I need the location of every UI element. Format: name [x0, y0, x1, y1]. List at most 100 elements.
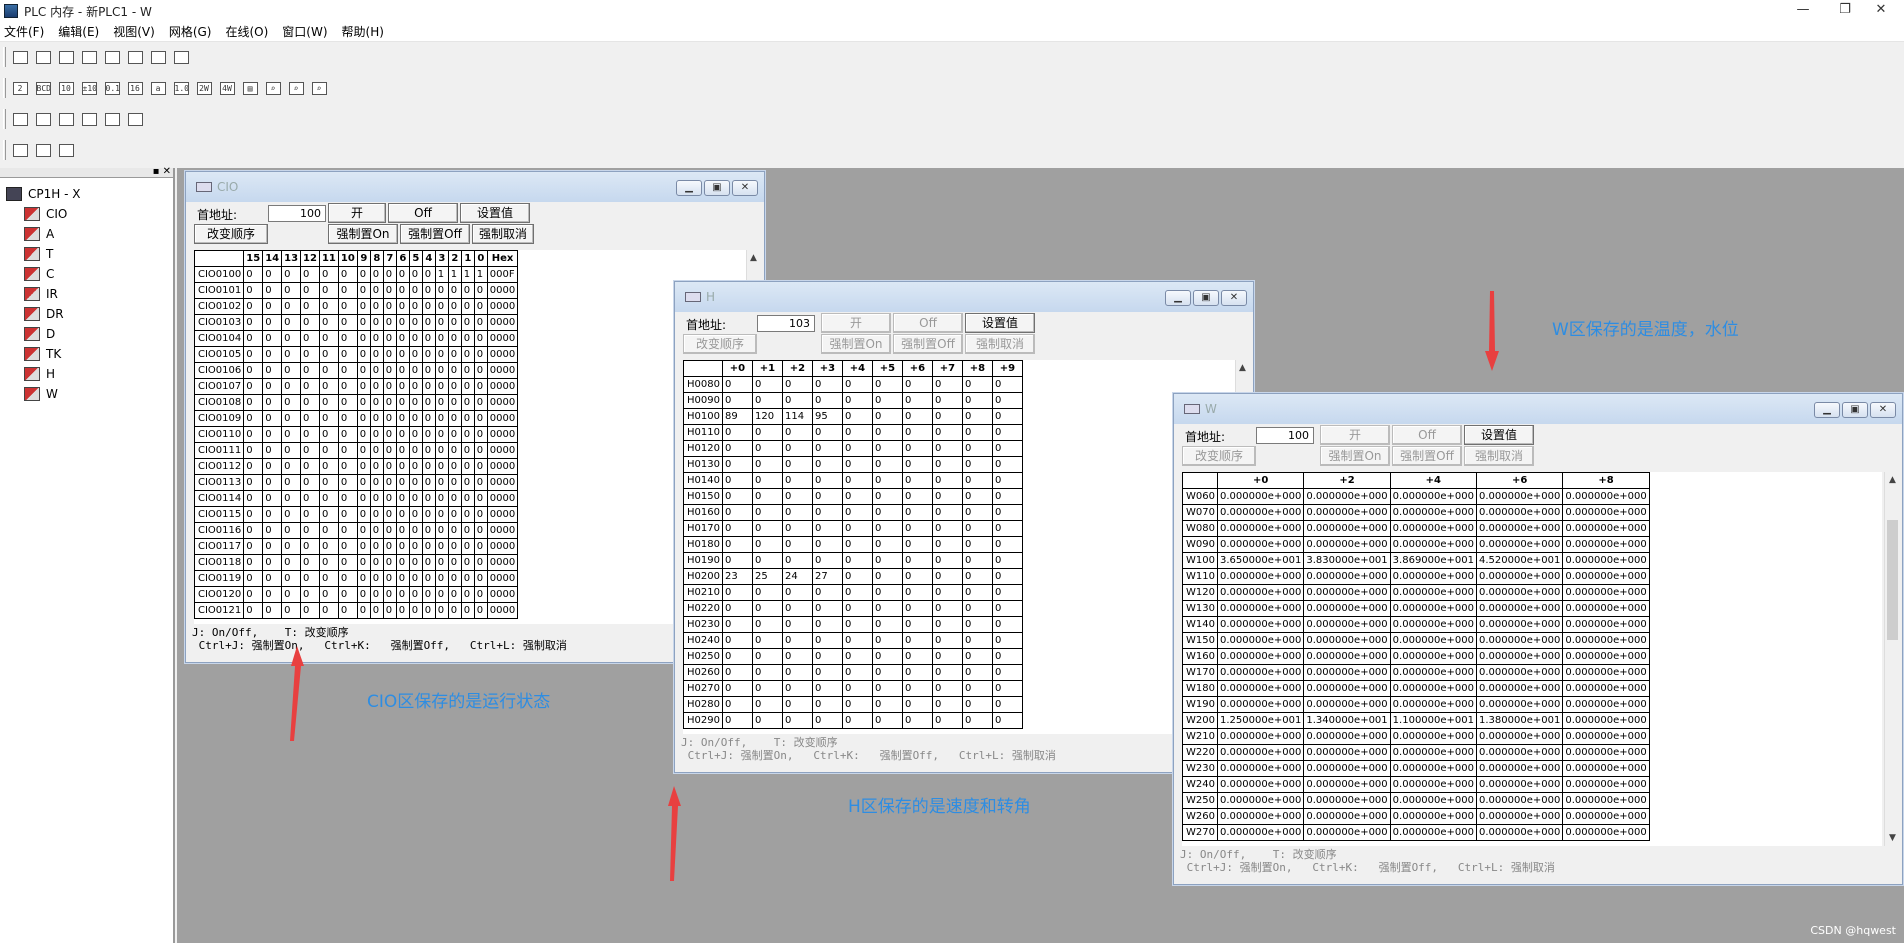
memory-cell[interactable]: 0.000000e+000 — [1216, 696, 1305, 713]
memory-cell[interactable]: 0 — [356, 554, 371, 571]
memory-cell[interactable]: 0 — [811, 376, 843, 393]
memory-cell[interactable]: 0 — [460, 538, 475, 555]
memory-cell[interactable]: 0 — [931, 664, 963, 681]
memory-cell[interactable]: 0 — [473, 586, 488, 603]
memory-cell[interactable]: 0 — [751, 424, 783, 441]
memory-cell[interactable]: 3.830000e+001 — [1303, 552, 1391, 569]
memory-cell[interactable]: 0.000000e+000 — [1562, 776, 1650, 793]
signed-decimal-icon[interactable]: ±10 — [78, 77, 100, 99]
h-force-on-button[interactable]: 强制置On — [821, 334, 891, 354]
tree-item-ir[interactable]: IR — [0, 284, 173, 304]
memory-cell[interactable]: 0 — [300, 378, 320, 395]
memory-cell[interactable]: 0.000000e+000 — [1562, 760, 1650, 777]
memory-cell[interactable]: 0 — [337, 394, 358, 411]
memory-cell[interactable]: 0 — [841, 664, 873, 681]
memory-cell[interactable]: 0.000000e+000 — [1303, 488, 1391, 505]
memory-cell[interactable]: 0 — [991, 568, 1023, 585]
memory-cell[interactable]: 0 — [841, 392, 873, 409]
memory-cell[interactable]: 0 — [369, 426, 384, 443]
bcd-icon[interactable]: BCD — [32, 77, 54, 99]
memory-cell[interactable]: 0.000000e+000 — [1216, 616, 1305, 633]
memory-cell[interactable]: 0 — [318, 298, 339, 315]
memory-cell[interactable]: 0 — [991, 632, 1023, 649]
memory-cell[interactable]: 0 — [300, 554, 320, 571]
memory-cell[interactable]: 0 — [318, 410, 339, 427]
memory-cell[interactable]: 0.000000e+000 — [1476, 760, 1564, 777]
memory-cell[interactable]: 0 — [243, 458, 264, 475]
memory-cell[interactable]: 0 — [721, 472, 753, 489]
memory-cell[interactable]: 0.000000e+000 — [1216, 568, 1305, 585]
transfer-icon[interactable] — [32, 108, 54, 130]
memory-cell[interactable]: 0.000000e+000 — [1389, 760, 1478, 777]
memory-cell[interactable]: 0 — [871, 504, 903, 521]
memory-cell[interactable]: 0 — [473, 554, 488, 571]
memory-cell[interactable]: 0 — [841, 408, 873, 425]
memory-cell[interactable]: 0 — [871, 440, 903, 457]
memory-cell[interactable]: 0 — [901, 712, 933, 729]
memory-cell[interactable]: 0 — [243, 490, 264, 507]
memory-cell[interactable]: 0 — [473, 458, 488, 475]
memory-cell[interactable]: 0 — [262, 282, 283, 299]
cio-on-button[interactable]: 开 — [328, 203, 386, 223]
memory-cell[interactable]: 0 — [369, 554, 384, 571]
memory-cell[interactable]: 0 — [434, 586, 449, 603]
memory-cell[interactable]: 0 — [751, 632, 783, 649]
cio-change-order-button[interactable]: 改变顺序 — [194, 224, 268, 244]
memory-cell[interactable]: 0 — [721, 600, 753, 617]
memory-cell[interactable]: 0000 — [486, 570, 519, 587]
memory-cell[interactable]: 0 — [721, 440, 753, 457]
memory-cell[interactable]: 0 — [300, 570, 320, 587]
memory-cell[interactable]: 0 — [473, 378, 488, 395]
memory-cell[interactable]: 0 — [991, 456, 1023, 473]
memory-cell[interactable]: 0.000000e+000 — [1562, 552, 1650, 569]
memory-cell[interactable]: 0 — [931, 648, 963, 665]
memory-cell[interactable]: 0.000000e+000 — [1562, 600, 1650, 617]
memory-cell[interactable]: 0 — [901, 632, 933, 649]
memory-cell[interactable]: 0 — [871, 712, 903, 729]
memory-cell[interactable]: 0 — [300, 586, 320, 603]
toolbar-grip[interactable] — [3, 109, 6, 129]
cio-restore-button[interactable]: ▣ — [704, 180, 730, 196]
memory-cell[interactable]: 0 — [421, 266, 436, 283]
w-window-titlebar[interactable]: W ▁ ▣ ✕ — [1174, 394, 1902, 424]
memory-cell[interactable]: 0.000000e+000 — [1303, 600, 1391, 617]
memory-cell[interactable]: 0 — [991, 648, 1023, 665]
memory-cell[interactable]: 0 — [841, 584, 873, 601]
memory-cell[interactable]: 0 — [931, 504, 963, 521]
memory-cell[interactable]: 0 — [421, 378, 436, 395]
memory-cell[interactable]: 0.000000e+000 — [1303, 680, 1391, 697]
memory-cell[interactable]: 0 — [369, 282, 384, 299]
memory-cell[interactable]: 0 — [434, 490, 449, 507]
memory-cell[interactable]: 0 — [721, 424, 753, 441]
memory-cell[interactable]: 23 — [721, 568, 753, 585]
memory-cell[interactable]: 0 — [781, 600, 813, 617]
w-scrollbar[interactable]: ▲ ▼ — [1884, 472, 1900, 846]
memory-cell[interactable]: 0.000000e+000 — [1216, 648, 1305, 665]
memory-cell[interactable]: 0 — [961, 408, 993, 425]
open-icon[interactable] — [32, 46, 54, 68]
memory-cell[interactable]: 0.000000e+000 — [1303, 728, 1391, 745]
memory-cell[interactable]: 0 — [382, 410, 397, 427]
memory-cell[interactable]: 0 — [300, 522, 320, 539]
memory-cell[interactable]: 0 — [408, 522, 423, 539]
memory-cell[interactable]: 0 — [811, 456, 843, 473]
memory-cell[interactable]: 0 — [300, 394, 320, 411]
memory-cell[interactable]: 0 — [991, 376, 1023, 393]
memory-cell[interactable]: 0 — [901, 440, 933, 457]
memory-cell[interactable]: 0 — [721, 488, 753, 505]
memory-cell[interactable]: 0 — [751, 456, 783, 473]
memory-cell[interactable]: 0 — [901, 392, 933, 409]
memory-cell[interactable]: 0 — [901, 696, 933, 713]
memory-cell[interactable]: 0.000000e+000 — [1476, 600, 1564, 617]
w-close-button[interactable]: ✕ — [1870, 402, 1896, 418]
memory-cell[interactable]: 0 — [473, 314, 488, 331]
force-icon[interactable] — [32, 139, 54, 161]
memory-cell[interactable]: 0 — [243, 314, 264, 331]
memory-cell[interactable]: 0.000000e+000 — [1216, 808, 1305, 825]
memory-cell[interactable]: 0 — [447, 490, 462, 507]
online-icon[interactable] — [124, 108, 146, 130]
memory-cell[interactable]: 0 — [318, 474, 339, 491]
memory-cell[interactable]: 0 — [841, 536, 873, 553]
memory-cell[interactable]: 0 — [281, 522, 302, 539]
memory-cell[interactable]: 0 — [395, 362, 410, 379]
